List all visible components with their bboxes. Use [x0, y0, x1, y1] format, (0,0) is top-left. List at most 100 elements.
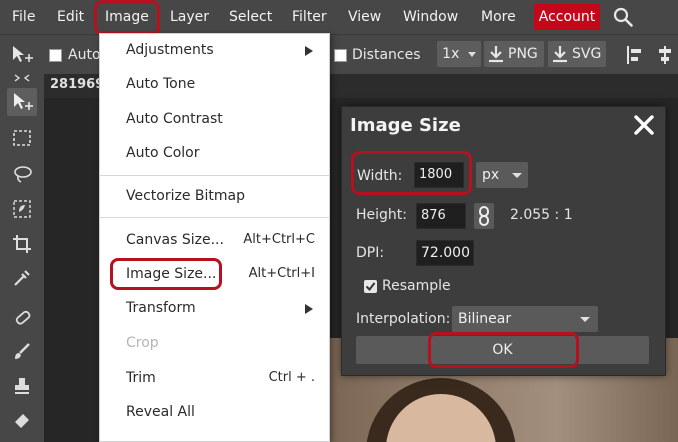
menu-item-shortcut: Ctrl + . — [268, 370, 315, 385]
crop-tool[interactable] — [7, 230, 37, 258]
image-size-highlight — [110, 258, 222, 290]
menu-select[interactable]: Select — [229, 0, 272, 34]
menu-more[interactable]: More — [481, 0, 516, 34]
submenu-arrow-icon — [305, 304, 313, 314]
move-tool-option-icon — [13, 46, 33, 62]
align-left-icon[interactable] — [626, 45, 644, 65]
aspect-ratio-text: 2.055 : 1 — [510, 207, 573, 223]
distances-checkbox[interactable] — [334, 49, 347, 62]
ok-button-highlight — [428, 332, 579, 368]
menu-item-label: Transform — [126, 300, 196, 316]
eyedropper-icon — [14, 270, 30, 286]
marquee-tool[interactable] — [7, 124, 37, 152]
move-tool[interactable] — [7, 88, 37, 116]
export-png-button[interactable]: PNG — [484, 41, 544, 67]
menu-item-label: Canvas Size... — [126, 232, 224, 248]
image-size-dialog: Image Size Width: 1800 px Height: 876 2.… — [341, 106, 666, 376]
submenu-arrow-icon — [305, 46, 313, 56]
menu-item-adjustments[interactable]: Adjustments — [100, 34, 329, 68]
menu-item-auto-color[interactable]: Auto Color — [100, 137, 329, 171]
interpolation-select[interactable]: Bilinear — [452, 306, 598, 332]
menu-item-canvas-size[interactable]: Canvas Size... Alt+Ctrl+C — [100, 224, 329, 258]
eraser-icon — [15, 414, 29, 428]
document-tab[interactable]: 281969 — [50, 77, 104, 92]
menu-window[interactable]: Window — [403, 0, 458, 34]
quick-selection-tool[interactable] — [7, 195, 37, 223]
menu-item-label: Auto Contrast — [126, 111, 223, 127]
menu-item-label: Adjustments — [126, 42, 214, 58]
checkmark-icon — [365, 282, 376, 292]
quick-select-icon — [13, 200, 31, 218]
menu-item-shortcut: Alt+Ctrl+C — [243, 232, 315, 247]
align-center-icon[interactable] — [656, 45, 674, 65]
menu-item-trim[interactable]: Trim Ctrl + . — [100, 362, 329, 396]
stamp-icon — [15, 378, 29, 394]
arrow-cursor-icon — [14, 93, 33, 110]
account-button[interactable]: Account — [534, 4, 600, 30]
collapse-panel-icon[interactable] — [14, 74, 30, 82]
chain-link-icon — [479, 206, 489, 226]
menu-item-label: Reveal All — [126, 404, 195, 420]
distances-label: Distances — [352, 47, 421, 63]
chevron-down-icon — [512, 173, 522, 178]
menu-item-label: Trim — [126, 370, 156, 386]
menu-item-transform[interactable]: Transform — [100, 292, 329, 326]
menu-item-image-size[interactable]: Image Size... Alt+Ctrl+I — [100, 258, 329, 292]
menu-item-label: Auto Color — [126, 145, 200, 161]
auto-select-checkbox[interactable] — [49, 49, 62, 62]
resample-checkbox[interactable] — [364, 280, 377, 293]
bandage-icon — [15, 310, 31, 325]
zoom-select[interactable]: 1x — [437, 41, 481, 67]
zoom-value: 1x — [442, 46, 460, 62]
unit-value: px — [482, 167, 500, 183]
resample-label: Resample — [382, 278, 451, 294]
dpi-input[interactable]: 72.000 — [416, 240, 474, 266]
lasso-tool[interactable] — [7, 160, 37, 188]
brush-icon — [15, 343, 30, 359]
menu-item-shortcut: Alt+Ctrl+I — [248, 266, 315, 281]
menu-item-label: Crop — [126, 335, 159, 351]
interpolation-value: Bilinear — [458, 311, 512, 327]
brush-tool[interactable] — [7, 338, 37, 366]
height-input[interactable]: 876 — [416, 203, 466, 229]
search-icon[interactable] — [613, 7, 633, 27]
healing-tool[interactable] — [7, 304, 37, 332]
menu-bar: File Edit Image Layer Select Filter View… — [0, 0, 678, 35]
menu-item-reveal-all[interactable]: Reveal All — [100, 396, 329, 430]
menu-item-auto-tone[interactable]: Auto Tone — [100, 68, 329, 102]
menu-item-label: Vectorize Bitmap — [126, 188, 245, 204]
export-png-label: PNG — [508, 46, 538, 62]
marquee-icon — [13, 130, 31, 146]
export-svg-button[interactable]: SVG — [548, 41, 606, 67]
menu-view[interactable]: View — [348, 0, 381, 34]
menu-filter[interactable]: Filter — [292, 0, 327, 34]
download-icon — [489, 46, 503, 63]
interpolation-label: Interpolation: — [356, 311, 451, 327]
auto-select-label: Auto — [68, 47, 101, 63]
menu-item-auto-contrast[interactable]: Auto Contrast — [100, 103, 329, 137]
menu-layer[interactable]: Layer — [170, 0, 209, 34]
image-menu-dropdown: Adjustments Auto Tone Auto Contrast Auto… — [99, 33, 330, 442]
menu-file[interactable]: File — [12, 0, 35, 34]
download-icon — [553, 46, 567, 63]
close-icon[interactable] — [632, 113, 656, 137]
image-menu-highlight — [94, 0, 160, 35]
menu-edit[interactable]: Edit — [57, 0, 84, 34]
menu-item-vectorize-bitmap[interactable]: Vectorize Bitmap — [100, 180, 329, 214]
lasso-icon — [14, 166, 32, 183]
menu-item-crop: Crop — [100, 327, 329, 361]
chevron-down-icon — [467, 51, 476, 57]
constrain-proportions-button[interactable] — [474, 203, 494, 229]
unit-select[interactable]: px — [476, 162, 528, 188]
eyedropper-tool[interactable] — [7, 264, 37, 292]
export-svg-label: SVG — [572, 46, 602, 62]
dpi-label: DPI: — [356, 245, 385, 261]
menu-divider — [100, 217, 329, 218]
eraser-tool[interactable] — [7, 406, 37, 434]
height-label: Height: — [356, 207, 407, 223]
clone-stamp-tool[interactable] — [7, 372, 37, 400]
menu-item-label: Auto Tone — [126, 76, 196, 92]
crop-icon — [13, 235, 31, 253]
dialog-title: Image Size — [350, 115, 461, 136]
chevron-down-icon — [580, 317, 590, 322]
